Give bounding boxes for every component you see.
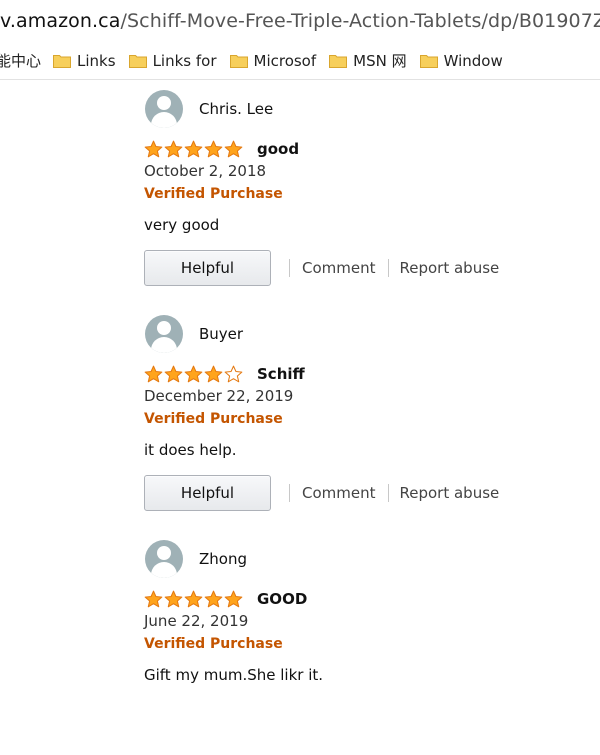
review-list: Chris. Lee good October 2, 2018 Verified… <box>144 80 584 755</box>
bookmark-label: Window <box>443 51 503 70</box>
star-filled-icon <box>204 365 223 383</box>
star-filled-icon <box>184 590 203 608</box>
reviewer-profile[interactable]: Buyer <box>144 315 243 353</box>
folder-icon <box>419 54 438 68</box>
review-body: it does help. <box>144 441 237 459</box>
report-abuse-link[interactable]: Report abuse <box>400 259 500 277</box>
bookmark-links-for[interactable]: Links for <box>128 51 217 70</box>
bookmark-links[interactable]: Links <box>53 52 116 70</box>
reviewer-name[interactable]: Zhong <box>199 550 247 568</box>
verified-purchase-badge: Verified Purchase <box>144 411 283 427</box>
folder-icon <box>128 54 147 68</box>
avatar-icon <box>145 540 183 578</box>
verified-purchase-badge: Verified Purchase <box>144 636 283 652</box>
helpful-button[interactable]: Helpful <box>144 475 271 511</box>
star-rating[interactable] <box>144 590 244 608</box>
review-item: Chris. Lee good October 2, 2018 Verified… <box>144 80 584 305</box>
verified-purchase-badge: Verified Purchase <box>144 186 283 202</box>
comment-link[interactable]: Comment <box>302 484 376 502</box>
bookmark-microsoft[interactable]: Microsof <box>229 51 317 70</box>
bookmark-windows[interactable]: Window <box>419 51 503 70</box>
star-filled-icon <box>204 140 223 158</box>
star-filled-icon <box>164 140 183 158</box>
star-filled-icon <box>144 590 163 608</box>
folder-icon <box>329 54 348 68</box>
review-date: December 22, 2019 <box>144 387 294 405</box>
star-rating[interactable] <box>144 140 244 158</box>
rating-row: GOOD <box>144 588 307 610</box>
avatar-icon <box>145 90 183 128</box>
review-actions: Helpful Comment Report abuse <box>144 249 499 287</box>
divider <box>387 259 389 277</box>
address-bar[interactable]: v.amazon.ca/Schiff-Move-Free-Triple-Acti… <box>0 0 600 42</box>
star-filled-icon <box>184 365 203 383</box>
star-filled-icon <box>224 140 243 158</box>
bookmark-label: Microsof <box>253 51 317 70</box>
reviewer-name[interactable]: Chris. Lee <box>199 100 273 118</box>
star-filled-icon <box>204 590 223 608</box>
reviewer-name[interactable]: Buyer <box>199 325 243 343</box>
bookmark-label: Links <box>77 51 116 70</box>
bookmark-service-center[interactable]: 能中心 <box>0 50 41 71</box>
bookmarks-bar: 能中心 Links Links for Microsof MSN 网 Windo… <box>0 42 600 80</box>
review-body: Gift my mum.She likr it. <box>144 666 324 684</box>
comment-link[interactable]: Comment <box>302 259 376 277</box>
review-actions: Helpful Comment Report abuse <box>144 474 499 512</box>
bookmark-msn[interactable]: MSN 网 <box>329 50 407 71</box>
bookmark-label: MSN 网 <box>353 52 407 70</box>
report-abuse-link[interactable]: Report abuse <box>400 484 500 502</box>
review-title[interactable]: good <box>257 140 299 158</box>
avatar-icon <box>145 315 183 353</box>
star-filled-icon <box>144 140 163 158</box>
helpful-button[interactable]: Helpful <box>144 250 271 286</box>
reviewer-profile[interactable]: Chris. Lee <box>144 90 273 128</box>
review-item: Zhong GOOD June 22, 2019 Verified Purcha… <box>144 530 584 755</box>
bookmark-label: 能中心 <box>0 52 42 70</box>
divider <box>289 484 290 502</box>
divider <box>289 259 290 277</box>
divider <box>387 484 389 502</box>
review-date: June 22, 2019 <box>144 612 249 630</box>
review-item: Buyer Schiff December 22, 2019 Verified … <box>144 305 584 530</box>
star-filled-icon <box>184 140 203 158</box>
star-rating[interactable] <box>144 365 244 383</box>
star-filled-icon <box>224 590 243 608</box>
star-empty-icon <box>224 365 243 383</box>
review-date: October 2, 2018 <box>144 162 267 180</box>
star-filled-icon <box>164 590 183 608</box>
url-host: v.amazon.ca <box>0 10 121 32</box>
folder-icon <box>229 54 248 68</box>
reviewer-profile[interactable]: Zhong <box>144 540 247 578</box>
review-title[interactable]: Schiff <box>257 365 305 383</box>
url-path: /Schiff-Move-Free-Triple-Action-Tablets/… <box>120 10 600 32</box>
rating-row: Schiff <box>144 363 305 385</box>
browser-chrome: v.amazon.ca/Schiff-Move-Free-Triple-Acti… <box>0 0 600 80</box>
star-filled-icon <box>164 365 183 383</box>
rating-row: good <box>144 138 299 160</box>
bookmark-label: Links for <box>152 51 217 70</box>
folder-icon <box>53 54 72 68</box>
review-title[interactable]: GOOD <box>257 590 307 608</box>
star-filled-icon <box>144 365 163 383</box>
review-body: very good <box>144 216 220 234</box>
